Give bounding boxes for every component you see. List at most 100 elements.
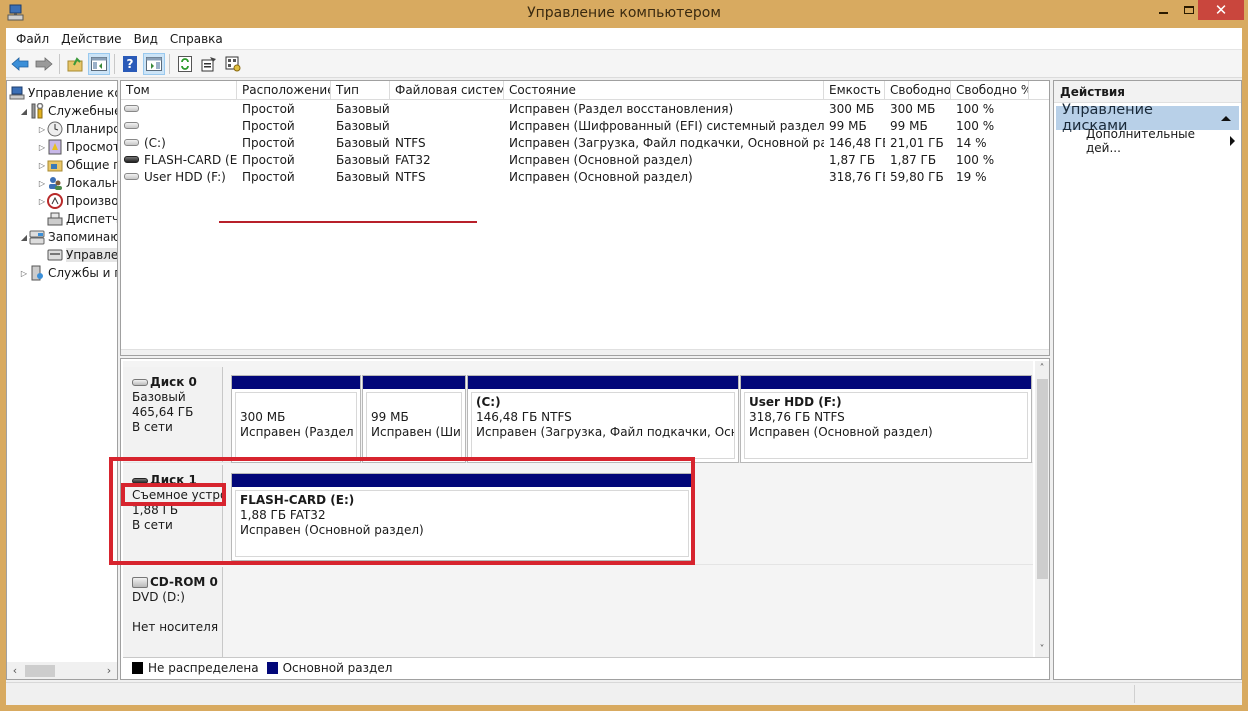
- maximize-icon: [1184, 6, 1194, 14]
- column-header-filesystem[interactable]: Файловая система: [390, 81, 504, 100]
- expand-arrow-icon[interactable]: ▷: [37, 125, 47, 134]
- removable-device-highlight-annotation: [121, 483, 226, 506]
- menu-help[interactable]: Справка: [164, 30, 229, 48]
- volume-status-cell: Исправен (Загрузка, Файл подкачки, Основ…: [509, 136, 824, 150]
- partition-recovery[interactable]: 300 МБ Исправен (Раздел восстановления): [231, 375, 361, 463]
- scroll-right-icon[interactable]: ›: [101, 664, 117, 677]
- scroll-thumb[interactable]: [25, 665, 55, 677]
- disk-management-icon: [47, 247, 63, 263]
- volume-row[interactable]: (C:) Простой Базовый NTFS Исправен (Загрузка…: [121, 135, 1029, 152]
- column-header-volume[interactable]: Том: [121, 81, 237, 100]
- column-header-layout[interactable]: Расположение: [237, 81, 331, 100]
- help-icon: ?: [123, 55, 137, 72]
- menu-file[interactable]: Файл: [10, 30, 55, 48]
- legend-label: Не распределена: [148, 660, 259, 675]
- volume-row[interactable]: Простой Базовый Исправен (Шифрованный (EFI…: [121, 118, 1029, 135]
- scroll-thumb[interactable]: [1037, 379, 1048, 579]
- back-button[interactable]: [9, 53, 31, 75]
- flash-card-underline-annotation: [219, 221, 477, 223]
- tree-item-task-scheduler[interactable]: ▷ Планировщик заданий: [37, 120, 117, 138]
- collapse-arrow-icon[interactable]: ◢: [19, 107, 29, 116]
- forward-button[interactable]: [33, 53, 55, 75]
- scroll-left-icon[interactable]: ‹: [7, 664, 23, 677]
- column-header-free[interactable]: Свободно: [885, 81, 951, 100]
- client-area: Файл Действие Вид Справка ? Управление к…: [6, 28, 1242, 705]
- cdrom-0-row[interactable]: CD-ROM 0 DVD (D:) Нет носителя: [123, 567, 1033, 661]
- volume-free-cell: 99 МБ: [890, 119, 928, 133]
- action-label: Дополнительные дей...: [1086, 127, 1196, 155]
- volume-free-cell: 1,87 ГБ: [890, 153, 937, 167]
- volume-name-cell: FLASH-CARD (E:): [121, 152, 237, 169]
- expand-arrow-icon[interactable]: ▷: [37, 161, 47, 170]
- cdrom-0-state: Нет носителя: [132, 620, 219, 634]
- volume-name: (C:): [144, 136, 166, 150]
- show-hide-actions-button[interactable]: [143, 52, 165, 75]
- tree-item-services-apps[interactable]: ▷ Службы и приложения: [19, 264, 117, 282]
- tree-item-computer-management[interactable]: Управление компьютером: [9, 84, 117, 102]
- expand-arrow-icon[interactable]: ▷: [37, 179, 47, 188]
- cd-rom-icon: [132, 577, 148, 588]
- show-hide-tree-button[interactable]: [88, 52, 110, 75]
- toolbar-separator: [169, 53, 170, 74]
- volume-type-cell: Базовый: [336, 136, 390, 150]
- disk-0-row[interactable]: Диск 0 Базовый 465,64 ГБ В сети 300 МБ И…: [123, 367, 1033, 463]
- volume-row[interactable]: Простой Базовый Исправен (Раздел восстанов…: [121, 101, 1029, 118]
- clock-icon: [47, 121, 63, 137]
- volume-row[interactable]: FLASH-CARD (E:) Простой Базовый FAT32 Исправ…: [121, 152, 1029, 169]
- disk-0-info[interactable]: Диск 0 Базовый 465,64 ГБ В сети: [123, 367, 223, 462]
- tree-item-shared-folders[interactable]: ▷ Общие папки: [37, 156, 117, 174]
- properties-button[interactable]: [198, 53, 220, 75]
- title-bar[interactable]: Управление компьютером ✕: [0, 0, 1248, 28]
- tree-item-performance[interactable]: ▷ Производительность: [37, 192, 117, 210]
- volume-type-cell: Базовый: [336, 102, 390, 116]
- volume-icon: [124, 173, 139, 180]
- volume-type-cell: Базовый: [336, 153, 390, 167]
- removable-volume-icon: [124, 156, 139, 163]
- tree-item-system-tools[interactable]: ◢ Служебные программы: [19, 102, 117, 120]
- actions-header: Действия: [1054, 81, 1241, 103]
- expand-arrow-icon[interactable]: ▷: [37, 197, 47, 206]
- volume-name-cell: User HDD (F:): [121, 169, 237, 186]
- scroll-down-icon[interactable]: ˅: [1035, 644, 1049, 655]
- volume-fs-cell: NTFS: [395, 136, 426, 150]
- tree-item-event-viewer[interactable]: ▷ Просмотр событий: [37, 138, 117, 156]
- column-header-free-percent[interactable]: Свободно %: [951, 81, 1029, 100]
- volume-row[interactable]: User HDD (F:) Простой Базовый NTFS Исправен …: [121, 169, 1029, 186]
- collapse-up-icon[interactable]: [1221, 115, 1231, 121]
- settings-button[interactable]: [222, 53, 244, 75]
- volume-fs-cell: [390, 101, 504, 118]
- volume-list-header: Том Расположение Тип Файловая система Со…: [121, 81, 1049, 100]
- tree-item-disk-management[interactable]: Управление дисками: [47, 246, 117, 264]
- cdrom-0-info[interactable]: CD-ROM 0 DVD (D:) Нет носителя: [123, 567, 223, 661]
- volume-list: Том Расположение Тип Файловая система Со…: [120, 80, 1050, 356]
- expand-arrow-icon[interactable]: ▷: [37, 143, 47, 152]
- disk-0-size: 465,64 ГБ: [132, 405, 194, 419]
- column-header-status[interactable]: Состояние: [504, 81, 824, 100]
- partition-f[interactable]: User HDD (F:) 318,76 ГБ NTFS Исправен (О…: [740, 375, 1032, 463]
- tree-item-device-manager[interactable]: Диспетчер устройств: [47, 210, 117, 228]
- tools-icon: [29, 103, 45, 119]
- minimize-button[interactable]: [1150, 0, 1176, 20]
- column-header-type[interactable]: Тип: [331, 81, 390, 100]
- disk-view-vertical-scrollbar[interactable]: ˄ ˅: [1035, 361, 1049, 657]
- menu-view[interactable]: Вид: [128, 30, 164, 48]
- collapse-arrow-icon[interactable]: ◢: [19, 233, 29, 242]
- tree-item-local-users[interactable]: ▷ Локальные пользователи: [37, 174, 117, 192]
- tree-horizontal-scrollbar[interactable]: ‹ ›: [7, 662, 117, 679]
- partition-c[interactable]: (C:) 146,48 ГБ NTFS Исправен (Загрузка, …: [467, 375, 739, 463]
- partition-efi[interactable]: 99 МБ Исправен (Шифрованный (EFI) систем…: [362, 375, 466, 463]
- tree-item-storage[interactable]: ◢ Запоминающие устройства: [19, 228, 117, 246]
- column-header-capacity[interactable]: Емкость: [824, 81, 885, 100]
- up-folder-button[interactable]: [64, 53, 86, 75]
- close-button[interactable]: ✕: [1198, 0, 1244, 20]
- refresh-button[interactable]: [174, 53, 196, 75]
- menu-action[interactable]: Действие: [55, 30, 127, 48]
- volume-name-cell: [121, 118, 237, 135]
- help-button[interactable]: ?: [119, 53, 141, 75]
- partition-name: User HDD (F:): [749, 395, 842, 409]
- volume-list-scrollbar[interactable]: [121, 349, 1049, 355]
- partition-status: Исправен (Основной раздел): [749, 425, 933, 439]
- scroll-up-icon[interactable]: ˄: [1035, 363, 1049, 374]
- volume-fs-cell: [390, 118, 504, 135]
- expand-arrow-icon[interactable]: ▷: [19, 269, 29, 278]
